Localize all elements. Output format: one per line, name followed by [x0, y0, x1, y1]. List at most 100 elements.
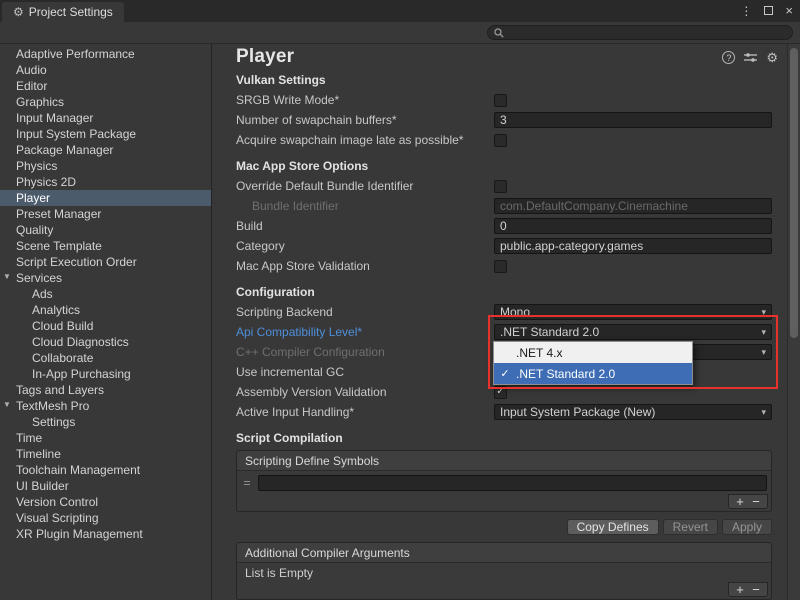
field-label: Use incremental GC	[236, 365, 494, 379]
field-label: SRGB Write Mode*	[236, 93, 494, 107]
menu-item-net-standard-2-0[interactable]: ✓.NET Standard 2.0	[494, 363, 692, 384]
sidebar-item-cloud-diagnostics[interactable]: Cloud Diagnostics	[0, 334, 211, 350]
srgb-write-mode-checkbox[interactable]	[494, 94, 507, 107]
sidebar-item-ui-builder[interactable]: UI Builder	[0, 478, 211, 494]
dropdown-value: Input System Package (New)	[500, 405, 655, 419]
settings-icon[interactable]: ⚙	[766, 51, 778, 64]
acquire-swapchain-image-late-as-possible-checkbox[interactable]	[494, 134, 507, 147]
sidebar-item-label: Editor	[16, 79, 47, 93]
sidebar-item-label: Audio	[16, 63, 47, 77]
sidebar-item-collaborate[interactable]: Collaborate	[0, 350, 211, 366]
field-label: Build	[236, 219, 494, 233]
sidebar-item-ads[interactable]: Ads	[0, 286, 211, 302]
active-input-handling-dropdown[interactable]: Input System Package (New)▾	[494, 404, 772, 420]
sidebar-item-editor[interactable]: Editor	[0, 78, 211, 94]
sidebar-item-visual-scripting[interactable]: Visual Scripting	[0, 510, 211, 526]
sidebar-item-settings[interactable]: Settings	[0, 414, 211, 430]
close-icon[interactable]: ×	[785, 4, 793, 17]
field-row-override-default-bundle-identifier: Override Default Bundle Identifier	[212, 176, 772, 196]
empty-list-label: List is Empty	[245, 566, 313, 580]
panel-header-icons: ? ⚙	[722, 51, 778, 64]
settings-category-list: Adaptive PerformanceAudioEditorGraphicsI…	[0, 44, 212, 600]
sidebar-item-cloud-build[interactable]: Cloud Build	[0, 318, 211, 334]
sidebar-item-timeline[interactable]: Timeline	[0, 446, 211, 462]
sidebar-item-audio[interactable]: Audio	[0, 62, 211, 78]
sidebar-item-input-manager[interactable]: Input Manager	[0, 110, 211, 126]
sidebar-item-in-app-purchasing[interactable]: In-App Purchasing	[0, 366, 211, 382]
sidebar-item-label: Graphics	[16, 95, 64, 109]
sidebar-item-textmesh-pro[interactable]: ▼TextMesh Pro	[0, 398, 211, 414]
define-symbol-field[interactable]	[258, 475, 767, 491]
settings-gear-icon: ⚙	[13, 6, 24, 18]
help-icon[interactable]: ?	[722, 51, 735, 64]
search-input[interactable]	[508, 26, 786, 39]
sidebar-item-quality[interactable]: Quality	[0, 222, 211, 238]
section-title: Vulkan Settings	[236, 73, 326, 87]
sidebar-item-preset-manager[interactable]: Preset Manager	[0, 206, 211, 222]
assembly-version-validation-checkbox[interactable]: ✓	[494, 386, 507, 399]
sidebar-item-package-manager[interactable]: Package Manager	[0, 142, 211, 158]
sidebar-item-physics-2d[interactable]: Physics 2D	[0, 174, 211, 190]
dropdown-value: Mono	[500, 305, 530, 319]
remove-button[interactable]: −	[748, 495, 764, 508]
drag-handle-icon[interactable]: =	[241, 476, 253, 490]
scripting-backend-dropdown[interactable]: Mono▾	[494, 304, 772, 320]
field-control: 3	[494, 112, 772, 128]
field-control	[494, 134, 772, 147]
add-button[interactable]: +	[732, 583, 748, 596]
field-value: com.DefaultCompany.Cinemachine	[500, 199, 688, 213]
sidebar-item-label: Services	[16, 271, 62, 285]
override-default-bundle-identifier-checkbox[interactable]	[494, 180, 507, 193]
field-label: Category	[236, 239, 494, 253]
field-control: com.DefaultCompany.Cinemachine	[494, 198, 772, 214]
scrollbar-thumb[interactable]	[790, 48, 798, 338]
sidebar-item-toolchain-management[interactable]: Toolchain Management	[0, 462, 211, 478]
mac-app-store-validation-checkbox[interactable]	[494, 260, 507, 273]
sidebar-item-services[interactable]: ▼ Services	[0, 270, 211, 286]
sidebar-item-label: Collaborate	[32, 351, 93, 365]
field-control	[494, 260, 772, 273]
sidebar-item-label: Physics	[16, 159, 57, 173]
field-value: 3	[500, 113, 507, 127]
dropdown-value: .NET Standard 2.0	[500, 325, 599, 339]
revert-button[interactable]: Revert	[663, 519, 718, 535]
menu-item-net-4-x[interactable]: .NET 4.x	[494, 342, 692, 363]
field-row-mac-app-store-validation: Mac App Store Validation	[212, 256, 772, 276]
sidebar-item-physics[interactable]: Physics	[0, 158, 211, 174]
tab-project-settings[interactable]: ⚙ Project Settings	[2, 2, 124, 22]
apply-button[interactable]: Apply	[722, 519, 772, 535]
sidebar-item-script-execution-order[interactable]: Script Execution Order	[0, 254, 211, 270]
sidebar-item-xr-plugin-management[interactable]: XR Plugin Management	[0, 526, 211, 542]
sidebar-item-analytics[interactable]: Analytics	[0, 302, 211, 318]
sidebar-item-adaptive-performance[interactable]: Adaptive Performance	[0, 46, 211, 62]
category-field[interactable]: public.app-category.games	[494, 238, 772, 254]
sidebar-item-version-control[interactable]: Version Control	[0, 494, 211, 510]
foldout-arrow-icon[interactable]: ▼	[3, 400, 11, 409]
number-of-swapchain-buffers-field[interactable]: 3	[494, 112, 772, 128]
list-add-remove-bar: + −	[728, 494, 768, 509]
maximize-icon[interactable]	[764, 6, 773, 15]
copy-defines-button[interactable]: Copy Defines	[567, 519, 659, 535]
sidebar-item-input-system-package[interactable]: Input System Package	[0, 126, 211, 142]
sidebar-item-time[interactable]: Time	[0, 430, 211, 446]
bundle-identifier-field[interactable]: com.DefaultCompany.Cinemachine	[494, 198, 772, 214]
search-box[interactable]	[487, 25, 793, 40]
field-row-number-of-swapchain-buffers: Number of swapchain buffers*3	[212, 110, 772, 130]
sidebar-item-scene-template[interactable]: Scene Template	[0, 238, 211, 254]
vertical-scrollbar[interactable]	[787, 44, 800, 600]
field-row-category: Categorypublic.app-category.games	[212, 236, 772, 256]
field-label: Mac App Store Validation	[236, 259, 494, 273]
sidebar-item-tags-and-layers[interactable]: Tags and Layers	[0, 382, 211, 398]
sidebar-item-label: Visual Scripting	[16, 511, 99, 525]
build-field[interactable]: 0	[494, 218, 772, 234]
foldout-arrow-icon[interactable]: ▼	[3, 272, 11, 281]
remove-button[interactable]: −	[748, 583, 764, 596]
sidebar-item-player[interactable]: Player	[0, 190, 211, 206]
api-compatibility-level-dropdown[interactable]: .NET Standard 2.0▾	[494, 324, 772, 340]
presets-icon[interactable]	[744, 52, 757, 63]
add-button[interactable]: +	[732, 495, 748, 508]
window-menu-icon[interactable]: ⋮	[740, 5, 752, 17]
sidebar-item-graphics[interactable]: Graphics	[0, 94, 211, 110]
field-value: 0	[500, 219, 507, 233]
sidebar-item-label: Adaptive Performance	[16, 47, 135, 61]
